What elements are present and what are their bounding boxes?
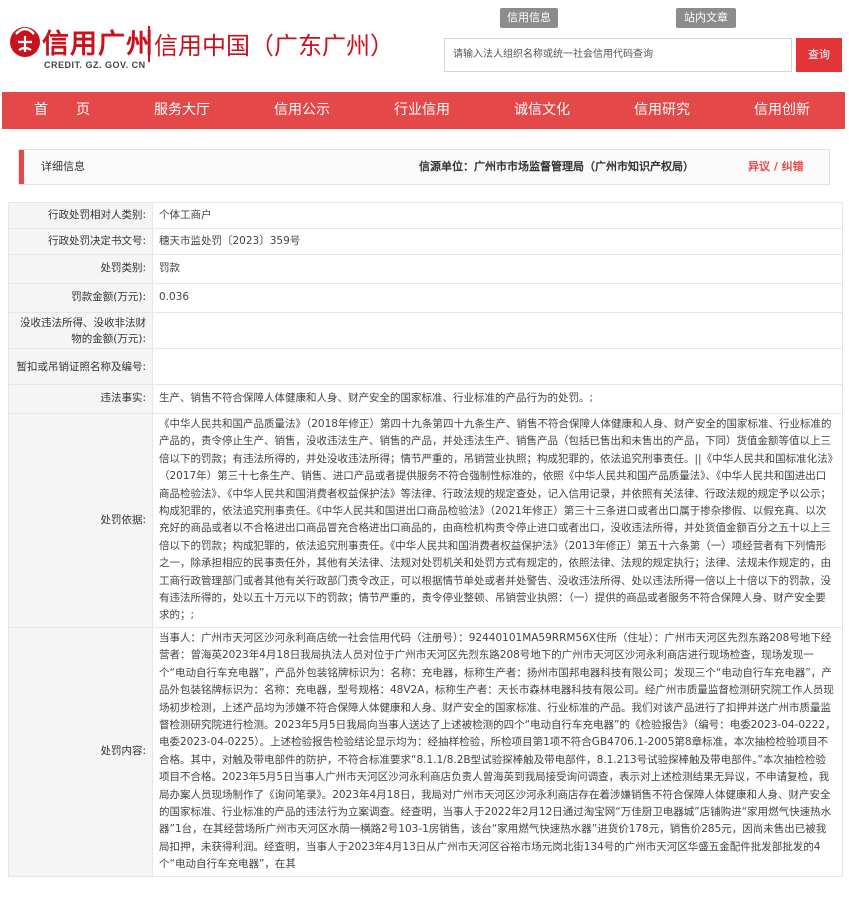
detail-accent-bar bbox=[19, 150, 24, 184]
site-articles-link[interactable]: 站内文章 bbox=[676, 8, 736, 28]
row-label: 行政处罚决定书文号: bbox=[8, 228, 153, 255]
site-logo-text[interactable]: 信用广州 bbox=[42, 22, 154, 61]
search-button[interactable]: 查询 bbox=[796, 38, 842, 72]
nav-item-credit-research[interactable]: 信用研究 bbox=[602, 92, 722, 129]
logo-divider bbox=[148, 26, 150, 62]
row-label: 没收违法所得、没收非法财物的金额(万元): bbox=[8, 312, 153, 349]
row-label: 暂扣或吊销证照名称及编号: bbox=[8, 348, 153, 385]
row-value: 生产、销售不符合保障人体健康和人身、财产安全的国家标准、行业标准的产品行为的处罚… bbox=[152, 384, 843, 414]
nav-item-industry-credit[interactable]: 行业信用 bbox=[362, 92, 482, 129]
nav-item-credit-publicity[interactable]: 信用公示 bbox=[242, 92, 362, 129]
row-label: 处罚依据: bbox=[8, 413, 153, 628]
row-value: 穗天市监处罚〔2023〕359号 bbox=[152, 228, 843, 255]
table-row: 罚款金额(万元): 0.036 bbox=[8, 283, 843, 313]
table-row: 处罚类别: 罚款 bbox=[8, 254, 843, 284]
main-nav: 首 页 服务大厅 信用公示 行业信用 诚信文化 信用研究 信用创新 bbox=[2, 92, 845, 129]
row-value bbox=[152, 348, 843, 385]
row-value: 0.036 bbox=[152, 283, 843, 313]
detail-header: 详细信息 信源单位：广州市市场监督管理局（广州市知识产权局） 异议 / 纠错 bbox=[18, 149, 830, 185]
nav-item-home[interactable]: 首 页 bbox=[2, 92, 122, 129]
table-row: 处罚内容: 当事人：广州市天河区沙河永利商店统一社会信用代码（注册号）：9244… bbox=[8, 626, 843, 877]
table-row: 没收违法所得、没收非法财物的金额(万元): bbox=[8, 312, 843, 349]
site-header: 信用广州 CREDIT. GZ. GOV. CN 信用中国（广东广州） 信用信息… bbox=[0, 0, 849, 92]
nav-item-integrity-culture[interactable]: 诚信文化 bbox=[482, 92, 602, 129]
credit-seal-icon bbox=[10, 27, 40, 57]
objection-link[interactable]: 异议 / 纠错 bbox=[748, 150, 804, 184]
row-value: 罚款 bbox=[152, 254, 843, 284]
nav-item-credit-innovation[interactable]: 信用创新 bbox=[722, 92, 842, 129]
search-input[interactable]: 请输入法人组织名称或统一社会信用代码查询 bbox=[444, 38, 792, 72]
row-label: 罚款金额(万元): bbox=[8, 283, 153, 313]
nav-item-service-hall[interactable]: 服务大厅 bbox=[122, 92, 242, 129]
source-unit: 信源单位：广州市市场监督管理局（广州市知识产权局） bbox=[419, 160, 694, 173]
row-value: 当事人：广州市天河区沙河永利商店统一社会信用代码（注册号）：92440101MA… bbox=[152, 626, 843, 877]
table-row: 违法事实: 生产、销售不符合保障人体健康和人身、财产安全的国家标准、行业标准的产… bbox=[8, 384, 843, 414]
row-value bbox=[152, 312, 843, 349]
row-label: 行政处罚相对人类别: bbox=[8, 202, 153, 229]
table-row: 行政处罚决定书文号: 穗天市监处罚〔2023〕359号 bbox=[8, 228, 843, 255]
detail-title: 详细信息 bbox=[41, 160, 85, 173]
row-value: 《中华人民共和国产品质量法》（2018年修正）第四十九条第四十九条生产、销售不符… bbox=[152, 413, 843, 628]
row-label: 违法事实: bbox=[8, 384, 153, 414]
row-label: 处罚类别: bbox=[8, 254, 153, 284]
site-logo-subtitle: CREDIT. GZ. GOV. CN bbox=[44, 60, 146, 70]
row-value: 个体工商户 bbox=[152, 202, 843, 229]
table-row: 暂扣或吊销证照名称及编号: bbox=[8, 348, 843, 385]
row-label: 处罚内容: bbox=[8, 626, 153, 877]
penalty-info-table: 行政处罚相对人类别: 个体工商户 行政处罚决定书文号: 穗天市监处罚〔2023〕… bbox=[8, 202, 843, 877]
table-row: 行政处罚相对人类别: 个体工商户 bbox=[8, 202, 843, 229]
credit-info-link[interactable]: 信用信息 bbox=[500, 8, 558, 28]
table-row: 处罚依据: 《中华人民共和国产品质量法》（2018年修正）第四十九条第四十九条生… bbox=[8, 413, 843, 628]
site-title[interactable]: 信用中国（广东广州） bbox=[154, 26, 394, 61]
